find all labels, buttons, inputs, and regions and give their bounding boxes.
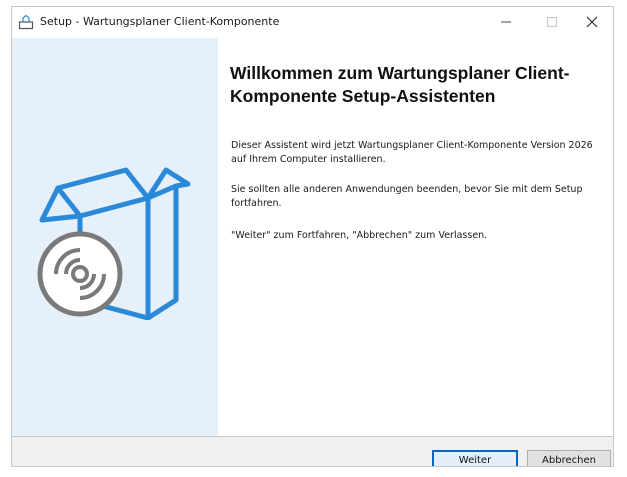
instructions-text: "Weiter" zum Fortfahren, "Abbrechen" zum… — [231, 230, 488, 241]
close-button[interactable] — [569, 7, 613, 37]
welcome-content: Willkommen zum Wartungsplaner Client-Kom… — [218, 38, 613, 436]
cancel-button[interactable]: Abbrechen — [527, 450, 611, 466]
minimize-icon — [501, 21, 511, 23]
box-with-disc-icon — [37, 167, 191, 320]
maximize-icon — [547, 17, 557, 27]
title-bar: Setup - Wartungsplaner Client-Komponente — [12, 7, 613, 38]
welcome-heading: Willkommen zum Wartungsplaner Client-Kom… — [230, 63, 570, 106]
setup-app-icon — [18, 14, 34, 30]
next-button[interactable]: Weiter — [432, 450, 518, 466]
intro-text: Dieser Assistent wird jetzt Wartungsplan… — [231, 140, 593, 165]
close-apps-text: Sie sollten alle anderen Anwendungen bee… — [231, 184, 583, 209]
button-bar: Weiter Abbrechen — [12, 437, 613, 466]
side-panel — [12, 38, 218, 436]
window-title: Setup - Wartungsplaner Client-Komponente — [40, 15, 280, 28]
minimize-button[interactable] — [483, 7, 529, 37]
close-icon — [586, 16, 598, 28]
setup-window: Setup - Wartungsplaner Client-Komponente — [11, 6, 614, 467]
